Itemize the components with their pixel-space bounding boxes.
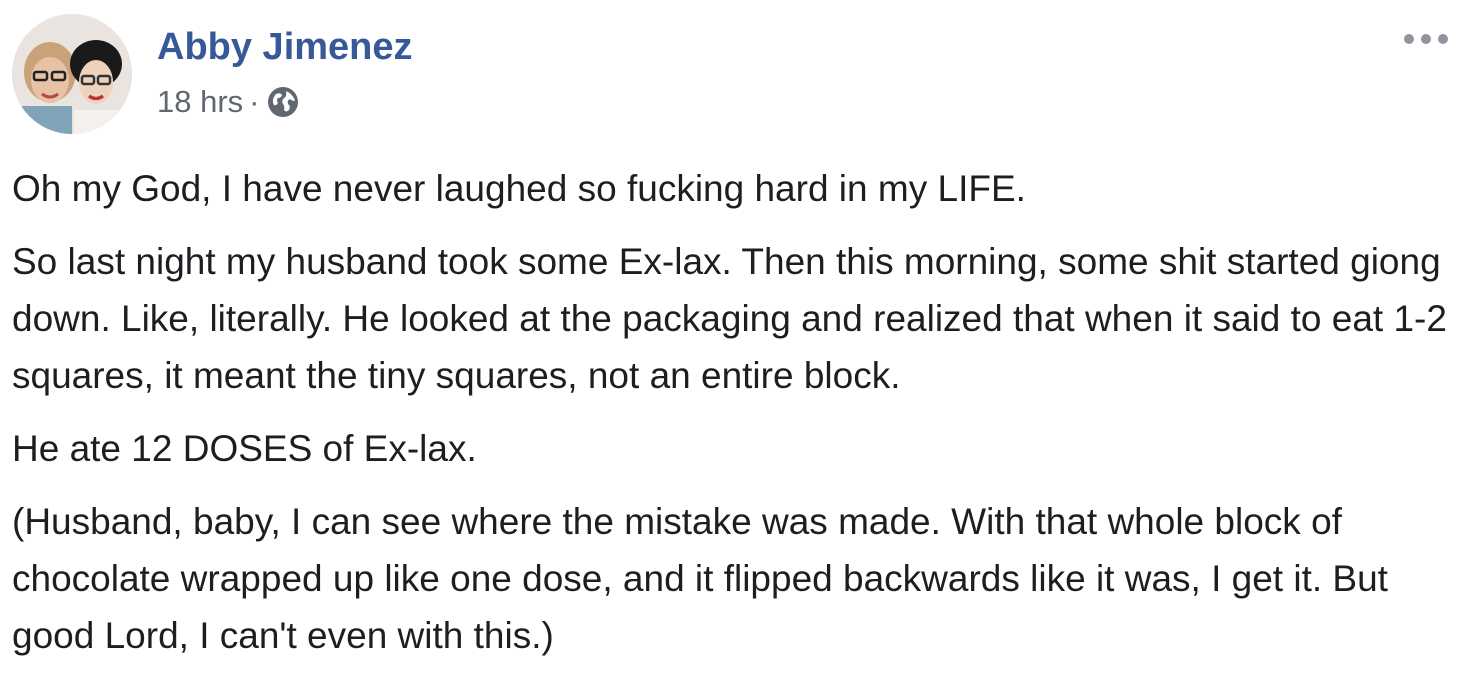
meta-separator: ·: [249, 84, 260, 119]
post-body: Oh my God, I have never laughed so fucki…: [12, 160, 1452, 680]
post-header: Abby Jimenez 18 hrs ·: [12, 14, 1452, 134]
post-card: Abby Jimenez 18 hrs · Oh my God, I have …: [0, 0, 1468, 682]
post-paragraph: (Husband, baby, I can see where the mist…: [12, 501, 1388, 656]
globe-icon[interactable]: [266, 85, 300, 119]
avatar-photo: [12, 14, 132, 134]
profile-avatar[interactable]: [12, 14, 132, 134]
post-meta: 18 hrs ·: [157, 84, 300, 120]
post-paragraph: Oh my God, I have never laughed so fucki…: [12, 168, 1026, 209]
author-name-link[interactable]: Abby Jimenez: [157, 26, 413, 69]
post-timestamp[interactable]: 18 hrs: [157, 84, 243, 120]
post-paragraph: So last night my husband took some Ex-la…: [12, 241, 1447, 396]
post-paragraph: He ate 12 DOSES of Ex-lax.: [12, 428, 477, 469]
more-options-icon[interactable]: [1400, 24, 1452, 54]
